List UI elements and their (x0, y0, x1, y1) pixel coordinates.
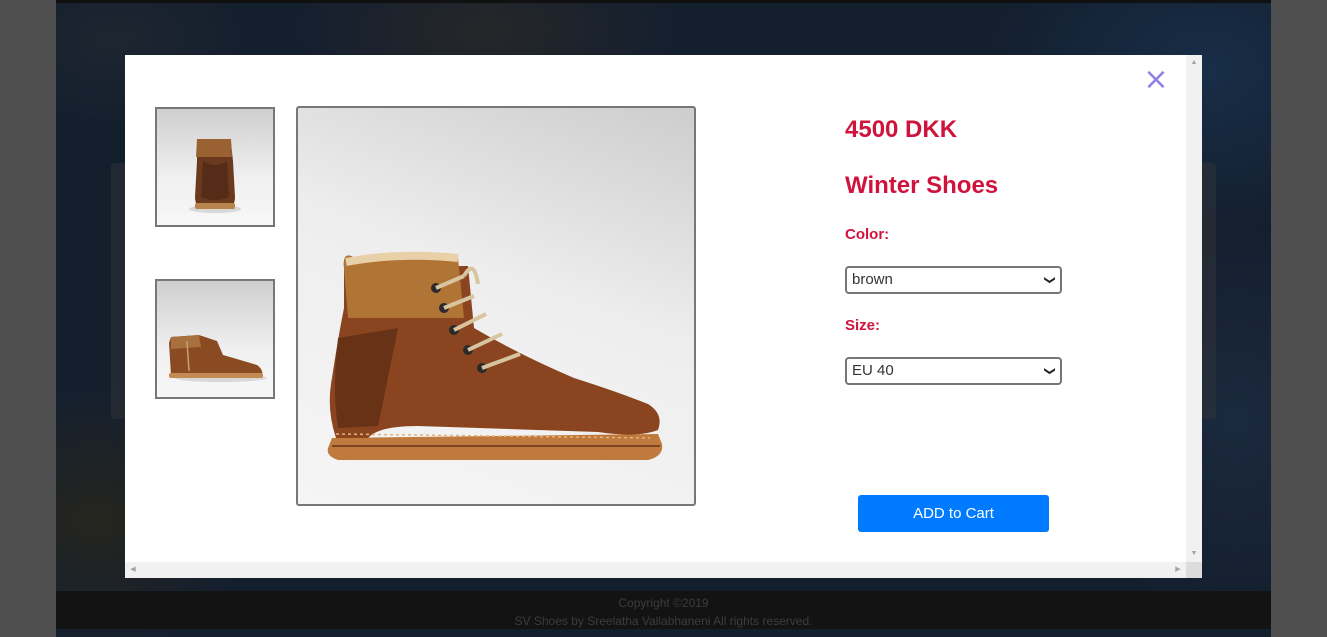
boot-back-image (189, 139, 241, 213)
product-price: 4500 DKK (845, 116, 958, 143)
scroll-left-arrow-icon[interactable]: ◀ (125, 562, 141, 578)
scroll-up-arrow-icon[interactable]: ▲ (1186, 55, 1202, 71)
size-label: Size: (845, 317, 881, 334)
boot-side-image (169, 335, 267, 382)
add-to-cart-button[interactable]: ADD to Cart (858, 495, 1049, 532)
color-select-value: brown (852, 271, 893, 288)
chevron-down-icon: ❮ (1042, 275, 1056, 285)
horizontal-scrollbar[interactable]: ◀ ▶ (125, 562, 1186, 578)
close-icon[interactable]: × (1143, 65, 1169, 95)
size-select-value: EU 40 (852, 362, 894, 379)
thumbnail-side-view[interactable] (155, 279, 275, 399)
thumbnail-back-view[interactable] (155, 107, 275, 227)
chevron-down-icon: ❮ (1042, 366, 1056, 376)
product-title: Winter Shoes (845, 172, 999, 199)
scroll-down-arrow-icon[interactable]: ▼ (1186, 546, 1202, 562)
color-select[interactable]: brown ❮ (845, 266, 1062, 294)
vertical-scrollbar[interactable]: ▲ ▼ (1186, 55, 1202, 562)
main-product-image (296, 106, 696, 506)
size-select[interactable]: EU 40 ❮ (845, 357, 1062, 385)
scrollbar-corner (1186, 562, 1202, 578)
scroll-right-arrow-icon[interactable]: ▶ (1170, 562, 1186, 578)
product-modal: × 4500 DKK Winter Shoes Color: brown ❮ S… (125, 55, 1202, 578)
boot-main-image (327, 251, 663, 460)
color-label: Color: (845, 226, 890, 243)
